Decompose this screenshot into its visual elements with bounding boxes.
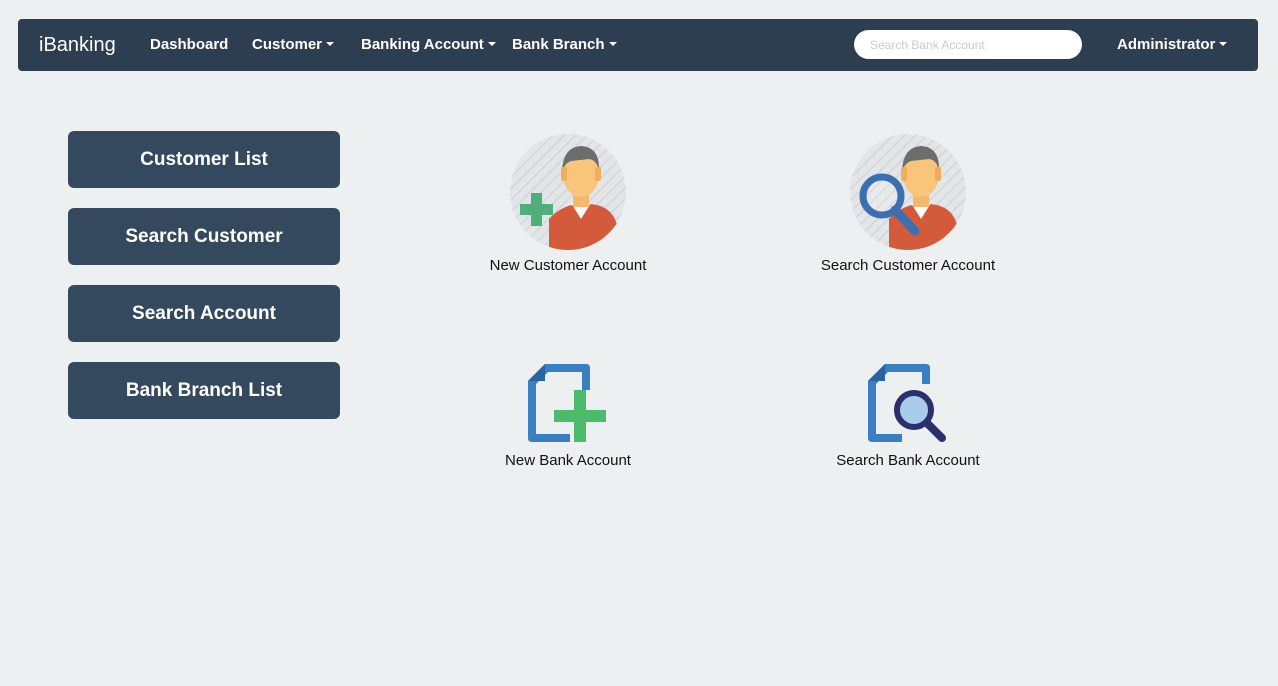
add-user-icon [510,134,626,250]
customer-list-button[interactable]: Customer List [68,131,340,188]
caret-down-icon [1219,42,1228,47]
new-bank-account-tile[interactable]: New Bank Account [448,362,688,469]
search-bank-account-label: Search Bank Account [836,452,980,469]
nav-dashboard[interactable]: Dashboard [150,19,228,71]
new-customer-account-tile[interactable]: New Customer Account [448,133,688,274]
user-menu-label: Administrator [1117,36,1216,53]
search-customer-button[interactable]: Search Customer [68,208,340,265]
nav-bank-branch-dropdown[interactable]: Bank Branch [512,19,617,71]
search-customer-account-label: Search Customer Account [820,257,996,274]
add-document-icon [528,364,606,442]
top-navbar: iBanking Dashboard Customer Banking Acco… [18,19,1258,71]
nav-customer-label: Customer [252,36,323,53]
new-customer-account-label: New Customer Account [489,257,647,274]
caret-down-icon [487,42,496,47]
search-user-icon [850,134,966,250]
nav-customer-dropdown[interactable]: Customer [252,19,335,71]
caret-down-icon [326,42,335,47]
brand-logo[interactable]: iBanking [39,19,116,71]
nav-banking-account-label: Banking Account [361,36,484,53]
search-document-icon [868,364,946,442]
new-bank-account-label: New Bank Account [505,452,631,469]
caret-down-icon [608,42,617,47]
search-bank-account-tile[interactable]: Search Bank Account [788,362,1028,469]
user-menu-dropdown[interactable]: Administrator [1117,19,1228,71]
search-account-button[interactable]: Search Account [68,285,340,342]
bank-branch-list-button[interactable]: Bank Branch List [68,362,340,419]
nav-bank-branch-label: Bank Branch [512,36,605,53]
search-customer-account-tile[interactable]: Search Customer Account [788,133,1028,274]
search-bank-account-input[interactable] [854,30,1082,59]
nav-dashboard-label: Dashboard [150,36,229,53]
nav-banking-account-dropdown[interactable]: Banking Account [361,19,496,71]
